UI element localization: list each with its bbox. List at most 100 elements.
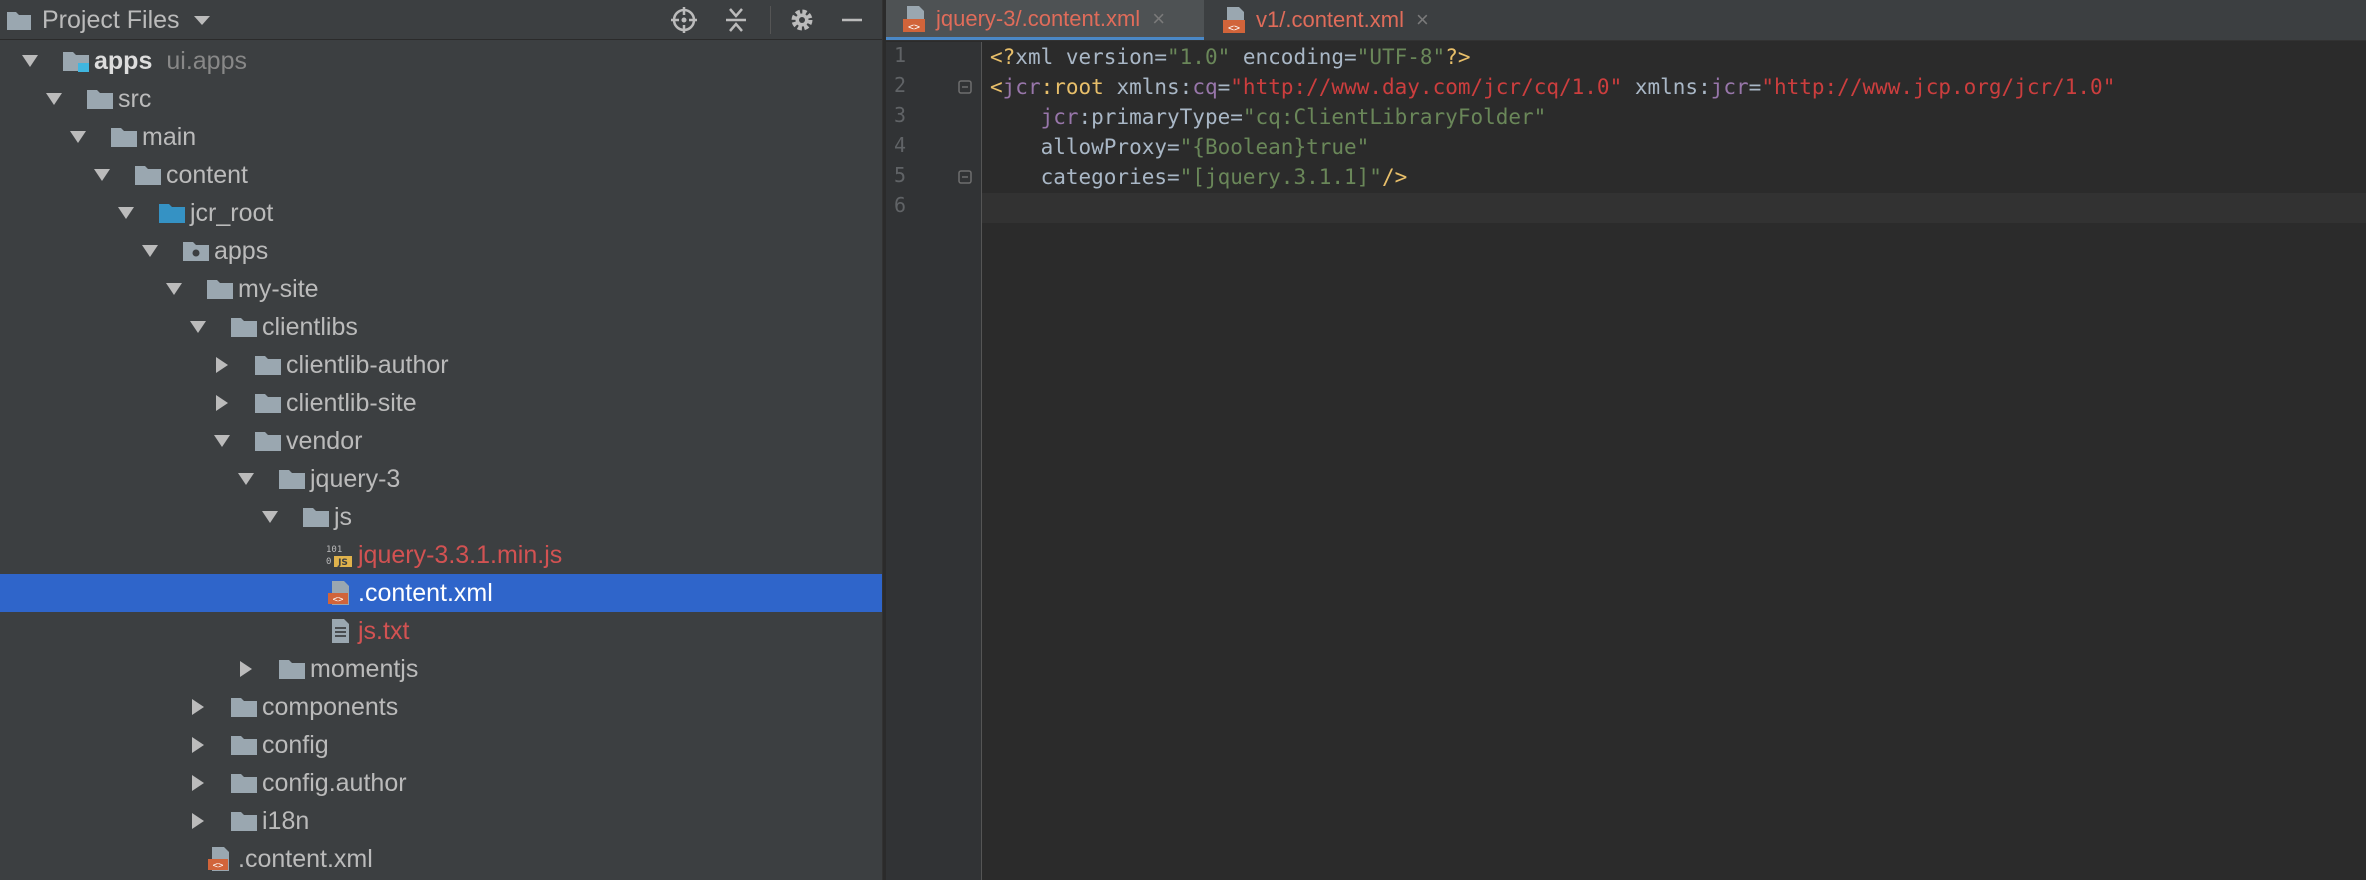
tree-item-label: config [262,730,329,759]
tree-item[interactable]: apps ui.apps [0,42,882,80]
chevron-down-icon[interactable] [192,14,212,26]
expand-arrow-right-icon[interactable] [212,355,232,375]
expand-arrow-down-icon[interactable] [164,279,184,299]
tree-item[interactable]: <> .content.xml [0,840,882,878]
svg-text:<>: <> [908,22,920,33]
tree-item[interactable]: momentjs [0,650,882,688]
expand-arrow-down-icon[interactable] [188,317,208,337]
fold-marker-icon[interactable] [958,170,972,184]
folder-icon [206,277,234,301]
tree-item[interactable]: clientlib-site [0,384,882,422]
expand-arrow-down-icon[interactable] [92,165,112,185]
code-token: jcr [1710,75,1749,99]
svg-text:<>: <> [213,861,224,871]
expand-arrow-right-icon[interactable] [188,735,208,755]
panel-title: Project Files [42,5,180,34]
tree-item[interactable]: jquery-3 [0,460,882,498]
line-number-gutter[interactable]: 1 2 3 4 5 6 [886,42,982,880]
svg-text:JS: JS [337,558,348,567]
code-token: "{Boolean}true" [1179,135,1370,159]
tree-item-label: .content.xml [358,578,493,607]
close-icon[interactable]: × [1152,6,1165,32]
expand-arrow-right-icon[interactable] [188,697,208,717]
expand-arrow-right-icon[interactable] [188,811,208,831]
code-line[interactable]: jcr:primaryType="cq:ClientLibraryFolder" [990,102,1547,132]
tree-item-label: i18n [262,806,310,835]
hide-panel-button[interactable] [832,0,872,40]
folder-icon [278,467,306,491]
package-folder-icon [182,239,210,263]
expand-arrow-down-icon[interactable] [260,507,280,527]
folder-icon [230,809,258,833]
tree-item[interactable]: jcr_root [0,194,882,232]
tree-item-label: components [262,692,399,721]
tree-item[interactable]: clientlib-author [0,346,882,384]
expand-arrow-down-icon[interactable] [212,431,232,451]
code-token: "UTF-8" [1356,45,1446,69]
tree-item[interactable]: config [0,726,882,764]
tree-item[interactable]: js.txt [0,612,882,650]
code-line[interactable]: <jcr:root xmlns:cq="http://www.day.com/j… [990,72,2115,102]
tree-item-label: js [334,502,353,531]
tree-item[interactable]: 101 0 JS jquery-3.3.1.min.js [0,536,882,574]
tree-item-label: momentjs [310,654,419,683]
tree-item[interactable]: src [0,80,882,118]
code-token: xmlns: [1622,75,1711,99]
expand-arrow-right-icon[interactable] [236,659,256,679]
tree-item[interactable]: components [0,688,882,726]
js-file-icon: 101 0 JS [326,543,354,568]
settings-button[interactable] [782,0,822,40]
tree-item[interactable]: main [0,118,882,156]
code-line[interactable]: <?xml version="1.0" encoding="UTF-8"?> [990,42,1470,72]
tree-item-label: vendor [286,426,363,455]
project-view-selector[interactable]: Project Files [6,0,212,40]
code-token: cq [1192,75,1218,99]
code-token: encoding= [1230,45,1357,69]
tree-item[interactable]: vendor [0,422,882,460]
folder-icon [110,125,138,149]
header-divider [770,6,771,34]
line-number: 4 [894,133,907,157]
tree-item-label: main [142,122,197,151]
text-file-icon [326,619,354,643]
fold-marker-icon[interactable] [958,80,972,94]
close-icon[interactable]: × [1416,7,1429,33]
tree-item[interactable]: js [0,498,882,536]
expand-arrow-down-icon[interactable] [116,203,136,223]
tree-item[interactable]: my-site [0,270,882,308]
line-number: 3 [894,103,907,127]
folder-icon [7,12,31,30]
tree-item[interactable]: <> .content.xml [0,574,882,612]
code-token: = [1217,75,1231,99]
folder-icon [230,695,258,719]
tree-item[interactable]: i18n [0,802,882,840]
tree-item[interactable]: apps [0,232,882,270]
tab-label: jquery-3/.content.xml [936,5,1141,31]
expand-arrow-down-icon[interactable] [44,89,64,109]
collapse-all-button[interactable] [716,0,756,40]
expand-arrow-right-icon[interactable] [212,393,232,413]
folder-icon [254,391,282,415]
folder-icon [302,505,330,529]
svg-text:0: 0 [326,557,331,567]
expand-arrow-down-icon[interactable] [140,241,160,261]
source-folder-icon [158,201,186,225]
expand-arrow-down-icon[interactable] [20,51,40,71]
expand-arrow-right-icon[interactable] [188,773,208,793]
locate-button[interactable] [664,0,704,40]
xml-file-icon: <> [206,847,234,871]
code-token: /> [1381,165,1408,189]
tree-item[interactable]: content [0,156,882,194]
module-name: ui.apps [166,46,247,75]
svg-text:<>: <> [333,595,344,605]
tree-item[interactable]: clientlibs [0,308,882,346]
tree-item[interactable]: config.author [0,764,882,802]
folder-icon [230,771,258,795]
tab-jquery-content-xml[interactable]: <> jquery-3/.content.xml × [886,0,1204,40]
expand-arrow-down-icon[interactable] [236,469,256,489]
expand-arrow-down-icon[interactable] [68,127,88,147]
tree-item-label: my-site [238,274,319,303]
tab-v1-content-xml[interactable]: <> v1/.content.xml × [1206,0,1442,40]
code-line[interactable]: allowProxy="{Boolean}true" [990,132,1370,162]
code-line[interactable]: categories="[jquery.3.1.1]"/> [990,162,1408,192]
